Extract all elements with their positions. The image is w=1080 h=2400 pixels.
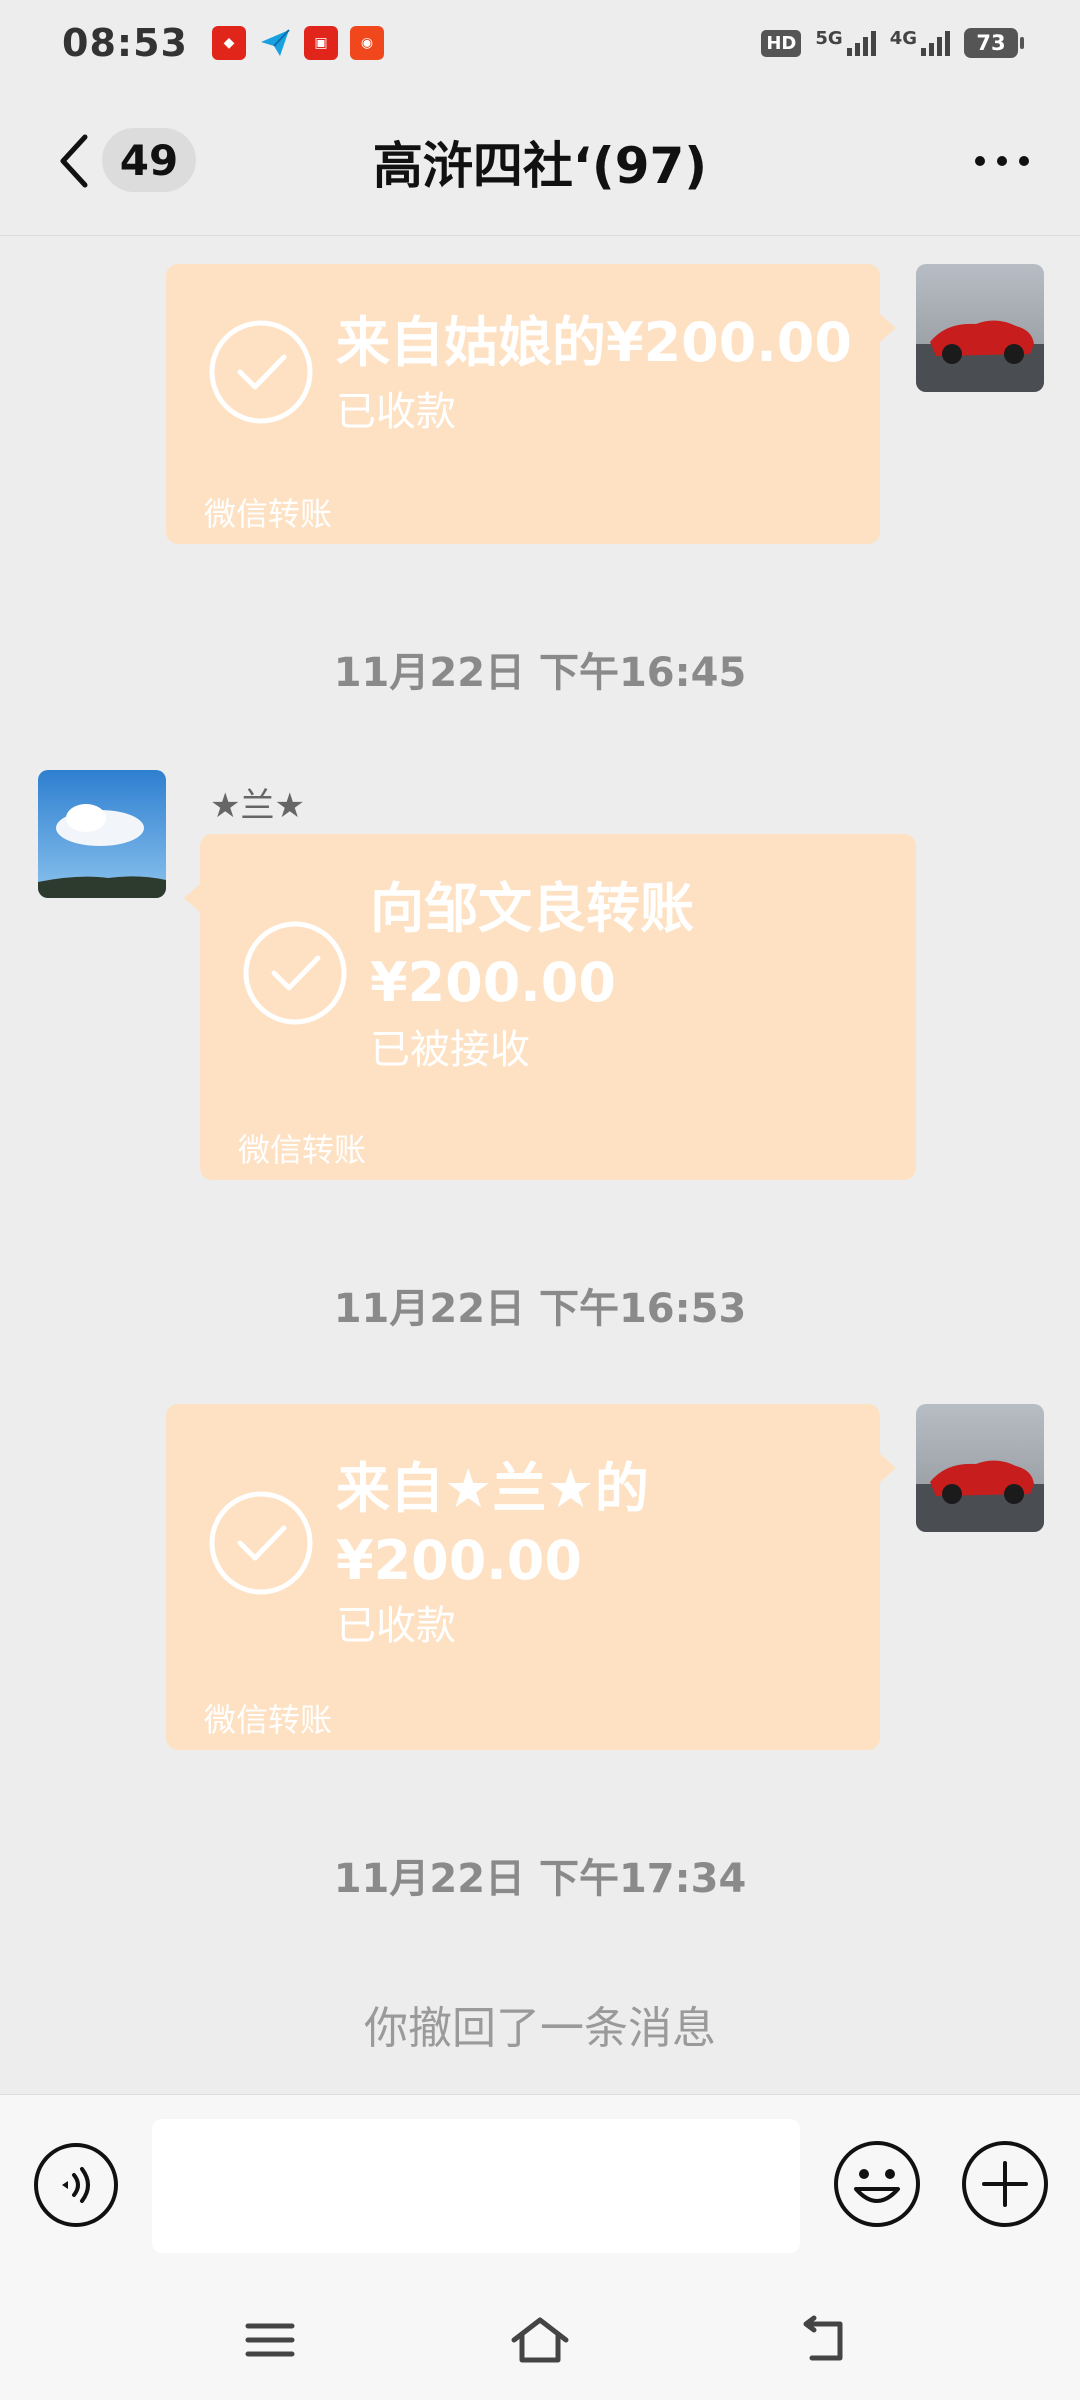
status-time: 08:53 <box>62 21 188 65</box>
my-avatar[interactable] <box>916 264 1044 392</box>
check-circle-icon <box>243 921 347 1025</box>
status-bar: 08:53 ◆ ▣ ◉ HD 5G 4G 73 <box>0 0 1080 86</box>
transfer-amount-text: 来自姑娘的¥200.00 <box>336 311 852 374</box>
timestamp: 11月22日 下午16:53 <box>333 1286 747 1332</box>
check-circle-icon <box>209 1491 313 1595</box>
bubble-tail <box>880 1454 896 1482</box>
message-input[interactable] <box>152 2119 800 2253</box>
send-notification-icon <box>258 26 292 60</box>
hd-badge: HD <box>761 29 802 57</box>
battery-level: 73 <box>976 31 1006 55</box>
transfer-footer: 微信转账 <box>204 1701 333 1739</box>
transfer-title: 来自★兰★的 <box>336 1457 649 1520</box>
bubble-tail <box>184 884 200 912</box>
notification-icons: ◆ ▣ ◉ <box>211 26 384 60</box>
transfer-amount: ¥200.00 <box>336 1529 582 1592</box>
transfer-status: 已被接收 <box>370 1027 530 1073</box>
signal-5g-icon: 5G <box>815 28 876 56</box>
check-circle-icon <box>209 320 313 424</box>
timestamp: 11月22日 下午17:34 <box>333 1856 747 1902</box>
menu-icon[interactable] <box>238 2310 302 2370</box>
transfer-footer: 微信转账 <box>204 495 333 533</box>
transfer-status: 已收款 <box>336 389 456 435</box>
recall-notice: 你撤回了一条消息 <box>364 2003 716 2054</box>
sender-avatar[interactable] <box>38 770 166 898</box>
app-notification-icon: ◆ <box>211 26 246 60</box>
more-dots-icon <box>975 156 985 166</box>
voice-icon[interactable] <box>32 2141 120 2229</box>
transfer-footer: 微信转账 <box>238 1131 367 1169</box>
chat-title: 高浒四社‘(97) <box>372 137 708 195</box>
system-nav-bar <box>0 2280 1080 2400</box>
back-icon[interactable] <box>792 2310 856 2370</box>
more-button[interactable] <box>964 136 1040 186</box>
more-dot <box>1019 156 1029 166</box>
transfer-amount: ¥200.00 <box>370 951 616 1014</box>
transfer-card-received-1[interactable]: 来自姑娘的¥200.00 已收款 微信转账 <box>166 264 896 544</box>
bubble-tail <box>880 314 896 342</box>
transfer-status: 已收款 <box>336 1603 456 1649</box>
signal-4g-icon: 4G <box>890 30 950 56</box>
input-bar <box>0 2094 1080 2280</box>
plus-icon[interactable] <box>960 2139 1050 2229</box>
battery-icon: 73 <box>964 28 1024 58</box>
my-avatar[interactable] <box>916 1404 1044 1532</box>
news-notification-icon: ▣ <box>303 26 338 60</box>
chat-header: 49 高浒四社‘(97) <box>0 86 1080 236</box>
shop-notification-icon: ◉ <box>349 26 384 60</box>
transfer-card-sent[interactable]: 向邹文良转账 ¥200.00 已被接收 微信转账 <box>184 834 916 1180</box>
transfer-card-received-2[interactable]: 来自★兰★的 ¥200.00 已收款 微信转账 <box>166 1404 896 1750</box>
home-icon[interactable] <box>508 2310 572 2370</box>
more-dot <box>997 156 1007 166</box>
network-5g-label: 5G <box>815 28 843 49</box>
status-indicators: HD 5G 4G 73 <box>761 28 1024 58</box>
emoji-icon[interactable] <box>832 2139 922 2229</box>
network-4g-label: 4G <box>889 28 917 49</box>
timestamp: 11月22日 下午16:45 <box>333 650 747 696</box>
sender-name: ★兰★ <box>210 786 305 826</box>
transfer-title: 向邹文良转账 <box>370 877 694 940</box>
